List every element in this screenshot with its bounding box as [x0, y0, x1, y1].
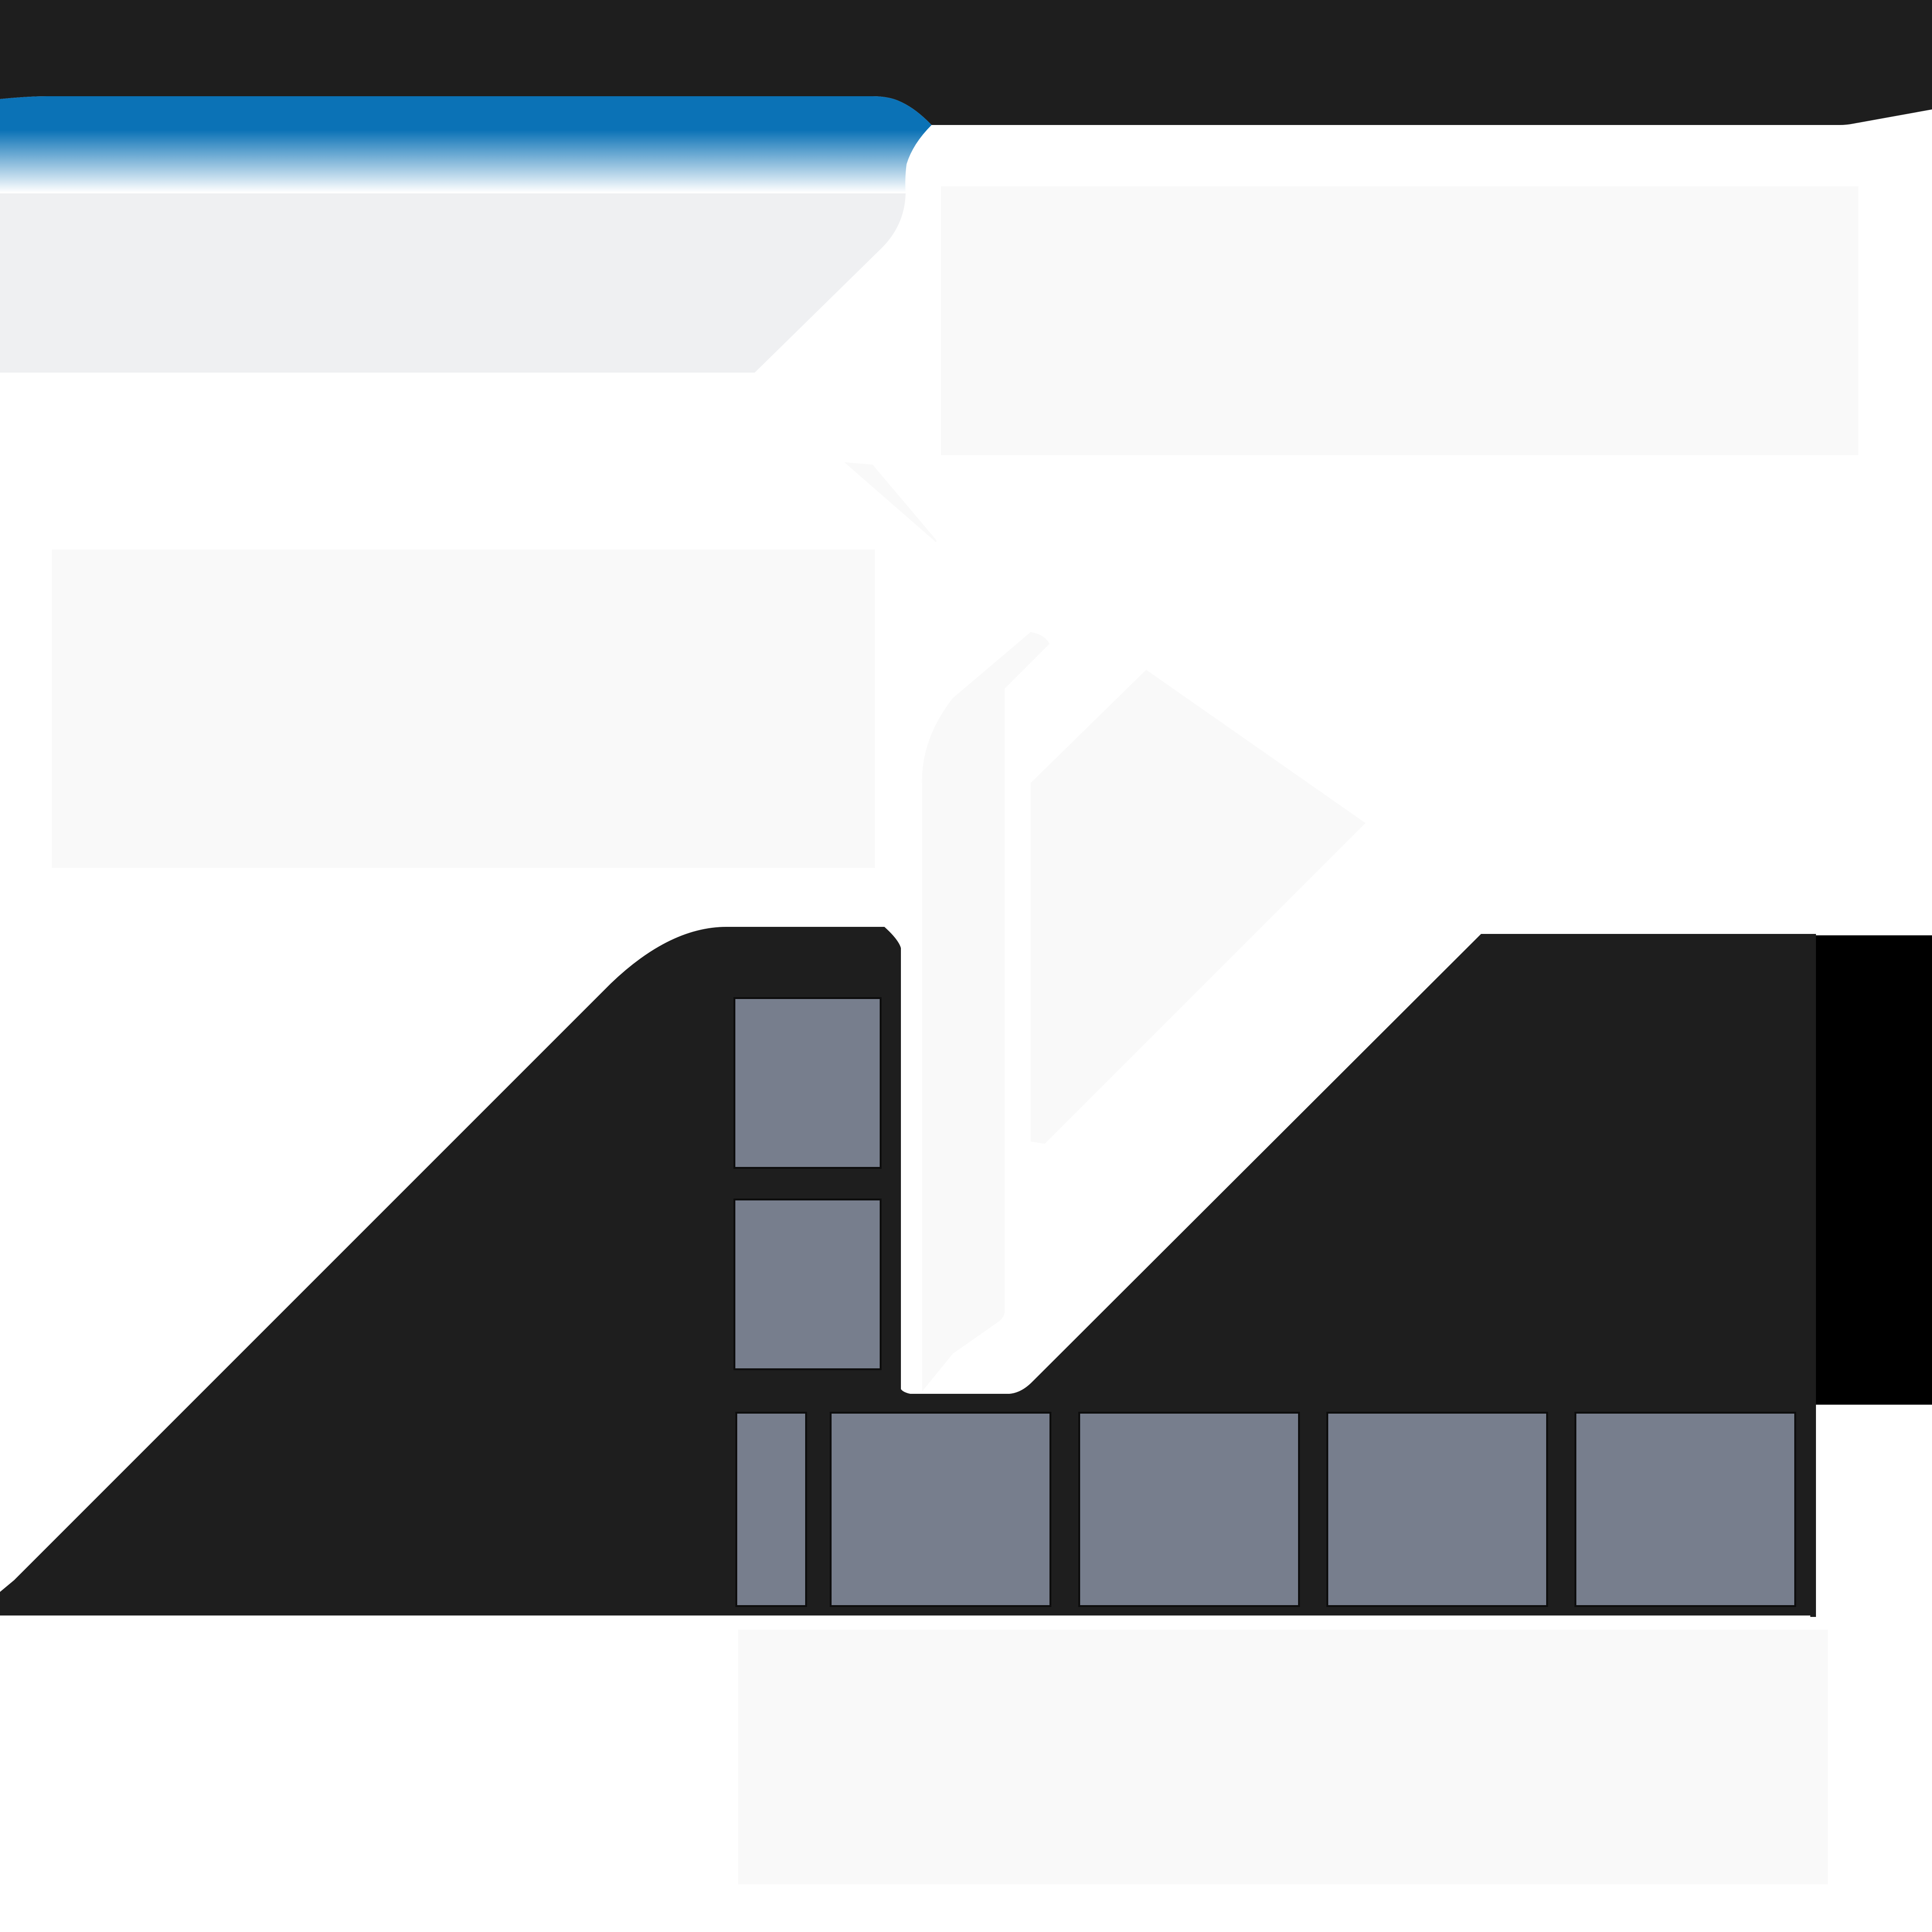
tile-row-4[interactable] — [1326, 1412, 1548, 1607]
black-block — [1816, 935, 1932, 1405]
tile-row-1[interactable] — [735, 1412, 807, 1607]
tile-row-3[interactable] — [1078, 1412, 1300, 1607]
tile-row-group — [735, 1412, 1796, 1607]
faded-block-right — [941, 186, 1858, 455]
tile-column-2[interactable] — [733, 1199, 882, 1370]
faded-column — [922, 632, 1049, 1391]
faded-diagonal — [1031, 670, 1366, 1144]
screen — [0, 0, 1932, 1932]
tile-column-1[interactable] — [733, 997, 882, 1169]
header-panel — [0, 193, 906, 373]
faded-block-bottom — [738, 1630, 1828, 1884]
tile-row-5[interactable] — [1574, 1412, 1796, 1607]
tile-row-2[interactable] — [830, 1412, 1051, 1607]
faded-connector — [844, 462, 936, 542]
ui-canvas — [0, 0, 1932, 1884]
header-gradient-bar — [0, 96, 932, 193]
faded-block-left — [52, 550, 875, 868]
